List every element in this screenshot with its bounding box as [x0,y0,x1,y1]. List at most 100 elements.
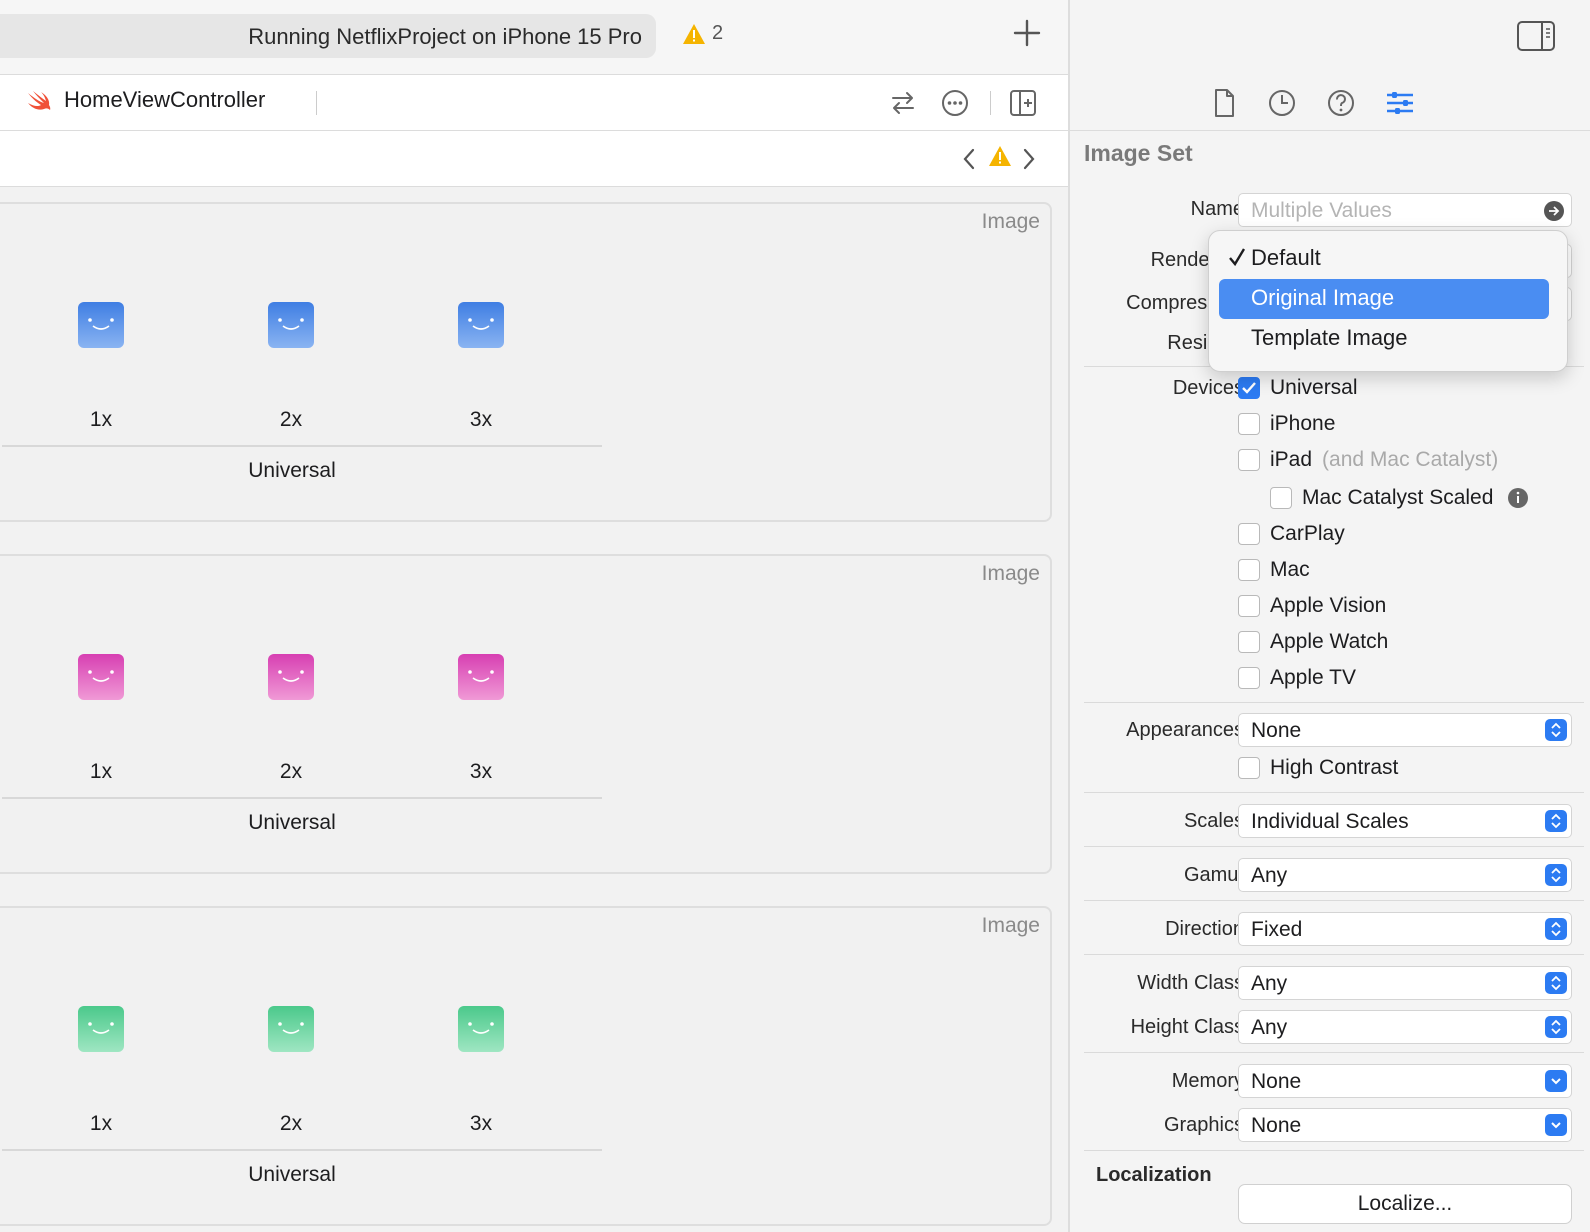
device-universal[interactable]: Universal [1238,376,1358,400]
menu-item-template-image[interactable]: Template Image [1219,319,1549,359]
popup-value: Any [1251,1016,1288,1039]
chevron-left-icon[interactable] [960,147,978,171]
device-apple-vision[interactable]: Apple Vision [1238,594,1386,618]
scale-label: 2x [279,760,303,783]
checkbox[interactable] [1238,757,1260,779]
image-slot-3x[interactable] [458,302,504,348]
image-slot-2x[interactable] [268,1006,314,1052]
high-contrast-option[interactable]: High Contrast [1238,756,1398,780]
file-inspector-icon[interactable] [1208,87,1240,119]
group-divider [2,1149,602,1151]
image-slot-2x[interactable] [268,302,314,348]
image-slot-3x[interactable] [458,654,504,700]
history-inspector-icon[interactable] [1266,87,1298,119]
graphics-popup[interactable]: None [1238,1108,1572,1142]
add-editor-icon[interactable] [1008,88,1038,118]
device-label: Apple Watch [1270,630,1389,653]
separator [1084,846,1584,847]
window-toolbar: Running NetflixProject on iPhone 15 Pro … [0,0,1068,75]
separator [1084,900,1584,901]
menu-item-original-image[interactable]: Original Image [1219,279,1549,319]
group-label: Universal [248,811,336,834]
image-set-3[interactable]: Image 1x 2x 3x Universal [0,906,1052,1226]
stepper-icon [1545,864,1567,886]
device-apple-tv[interactable]: Apple TV [1238,666,1356,690]
tab-homeviewcontroller[interactable]: HomeViewController [26,87,265,113]
info-icon[interactable] [1507,487,1529,509]
checkmark-icon [1242,382,1256,394]
popup-value: Fixed [1251,918,1303,941]
swap-arrows-icon[interactable] [888,88,918,118]
checkbox[interactable] [1238,377,1260,399]
device-apple-watch[interactable]: Apple Watch [1238,630,1388,654]
checkbox[interactable] [1238,667,1260,689]
device-label: Universal [1270,376,1358,399]
device-carplay[interactable]: CarPlay [1238,522,1345,546]
help-inspector-icon[interactable] [1325,87,1357,119]
gamut-label: Gamut [1183,864,1244,886]
image-slot-3x[interactable] [458,1006,504,1052]
gamut-popup[interactable]: Any [1238,858,1572,892]
arrow-circle-icon[interactable] [1543,200,1565,222]
direction-popup[interactable]: Fixed [1238,912,1572,946]
checkbox[interactable] [1238,595,1260,617]
scale-label: 3x [469,408,493,431]
image-slot-1x[interactable] [78,654,124,700]
localize-button[interactable]: Localize... [1238,1184,1572,1224]
image-set-1[interactable]: Image 1x 2x 3x Universal [0,202,1052,522]
appearances-label: Appearances [1126,719,1244,741]
inspector-toolbar [1070,0,1590,75]
popup-value: None [1251,1070,1302,1093]
activity-status[interactable]: Running NetflixProject on iPhone 15 Pro [0,14,656,58]
toggle-inspector-icon[interactable] [1516,20,1556,52]
group-divider [2,445,602,447]
menu-item-default[interactable]: Default [1219,239,1549,279]
name-field[interactable]: Multiple Values [1238,193,1572,227]
checkbox[interactable] [1238,413,1260,435]
checkbox[interactable] [1238,631,1260,653]
more-options-icon[interactable] [940,88,970,118]
image-slot-1x[interactable] [78,302,124,348]
device-iphone[interactable]: iPhone [1238,412,1335,436]
stepper-icon [1545,1016,1567,1038]
checkbox[interactable] [1270,487,1292,509]
device-mac-catalyst-scaled[interactable]: Mac Catalyst Scaled [1270,486,1529,510]
image-slot-2x[interactable] [268,654,314,700]
image-slot-1x[interactable] [78,1006,124,1052]
popup-value: Any [1251,972,1288,995]
popup-value: None [1251,1114,1302,1137]
image-set-2[interactable]: Image 1x 2x 3x Universal [0,554,1052,874]
device-label: Apple TV [1270,666,1356,689]
section-title: Image Set [1084,140,1193,166]
warning-badge[interactable]: 2 [682,22,723,45]
attributes-inspector-icon[interactable] [1384,87,1416,119]
image-set-label: Image [981,210,1040,233]
width-class-label: Width Class [1137,972,1244,994]
width-class-popup[interactable]: Any [1238,966,1572,1000]
add-icon[interactable] [1012,18,1042,48]
popup-value: Any [1251,864,1288,887]
name-label: Name [1190,198,1244,220]
warning-icon [683,23,705,44]
image-set-label: Image [981,562,1040,585]
high-contrast-label: High Contrast [1270,756,1399,779]
issue-warning-icon[interactable] [988,145,1012,167]
device-label: iPad [1270,448,1313,471]
device-ipad[interactable]: iPad (and Mac Catalyst) [1238,448,1498,472]
memory-label: Memory [1171,1070,1244,1092]
scales-popup[interactable]: Individual Scales [1238,804,1572,838]
checkbox[interactable] [1238,523,1260,545]
scale-label: 2x [279,408,303,431]
checkbox[interactable] [1238,449,1260,471]
chevron-down-icon [1545,1070,1567,1092]
checkbox[interactable] [1238,559,1260,581]
appearances-popup[interactable]: None [1238,713,1572,747]
height-class-popup[interactable]: Any [1238,1010,1572,1044]
memory-popup[interactable]: None [1238,1064,1572,1098]
direction-label: Direction [1165,918,1244,940]
name-placeholder: Multiple Values [1251,199,1392,222]
chevron-right-icon[interactable] [1020,147,1038,171]
stepper-icon [1545,719,1567,741]
device-mac[interactable]: Mac [1238,558,1310,582]
group-label: Universal [248,459,336,482]
